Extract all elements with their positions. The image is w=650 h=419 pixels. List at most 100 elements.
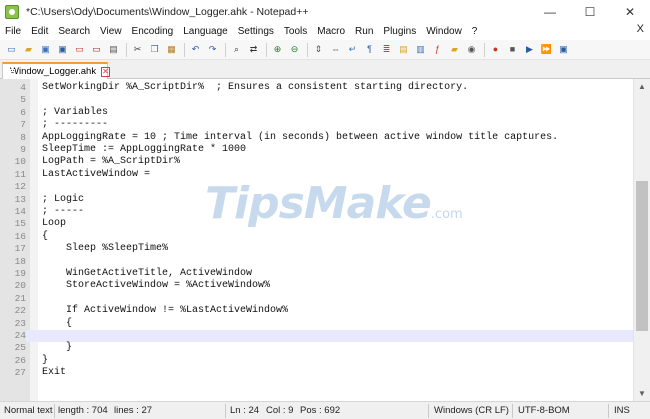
open-file-icon[interactable]: ▰: [21, 42, 36, 57]
line-number: 6: [20, 106, 26, 118]
code-text: SleepTime := AppLoggingRate * 1000: [42, 144, 247, 155]
undo-icon[interactable]: ↶: [188, 42, 203, 57]
status-bar: Normal text length : 704 lines : 27 Ln :…: [0, 401, 650, 419]
code-line[interactable]: 13 ; Logic: [0, 194, 633, 206]
close-all-icon[interactable]: ▭: [89, 42, 104, 57]
menu-macro[interactable]: Macro: [312, 26, 350, 37]
code-line[interactable]: 15 Loop: [0, 218, 633, 230]
folder-as-workspace-icon[interactable]: ▰: [447, 42, 462, 57]
close-file-icon[interactable]: ▭: [72, 42, 87, 57]
maximize-button[interactable]: ☐: [570, 0, 610, 23]
menu-window[interactable]: Window: [421, 26, 467, 37]
code-line[interactable]: 22 If ActiveWindow != %LastActiveWindow%: [0, 305, 633, 317]
status-encoding[interactable]: UTF-8-BOM: [518, 402, 570, 419]
menu-encoding[interactable]: Encoding: [127, 26, 179, 37]
menu-edit[interactable]: Edit: [26, 26, 53, 37]
redo-icon[interactable]: ↷: [205, 42, 220, 57]
scrollbar-thumb[interactable]: [636, 181, 648, 331]
menu-search[interactable]: Search: [53, 26, 95, 37]
code-line[interactable]: 7 ; ---------: [0, 119, 633, 131]
code-line[interactable]: 24: [0, 330, 633, 343]
sync-horizontal-icon[interactable]: ⇔: [328, 42, 343, 57]
menu-settings[interactable]: Settings: [233, 26, 279, 37]
code-line[interactable]: 4 SetWorkingDir %A_ScriptDir% ; Ensures a…: [0, 82, 633, 94]
paste-icon[interactable]: ▦: [164, 42, 179, 57]
menu-help[interactable]: ?: [467, 26, 483, 37]
scroll-up-icon[interactable]: ▲: [638, 82, 646, 91]
monitoring-icon[interactable]: ◉: [464, 42, 479, 57]
indent-guide-icon[interactable]: ≣: [379, 42, 394, 57]
notepadpp-app-icon[interactable]: [5, 4, 19, 19]
code-line[interactable]: 21: [0, 293, 633, 305]
code-line[interactable]: 14 ; -----: [0, 206, 633, 218]
code-line[interactable]: 20 StoreActiveWindow = %ActiveWindow%: [0, 280, 633, 292]
playback-macro-icon[interactable]: ▶: [522, 42, 537, 57]
code-line[interactable]: 6 ; Variables: [0, 107, 633, 119]
code-text: }: [42, 342, 73, 354]
record-macro-icon[interactable]: ●: [488, 42, 503, 57]
status-line: Ln : 24: [230, 405, 260, 416]
code-text: ; Logic: [42, 193, 85, 205]
minimize-button[interactable]: —: [530, 0, 570, 23]
zoom-out-icon[interactable]: ⊖: [287, 42, 302, 57]
status-insert-mode[interactable]: INS: [614, 402, 630, 419]
stop-recording-icon[interactable]: ■: [505, 42, 520, 57]
scroll-down-icon[interactable]: ▼: [638, 389, 646, 398]
replace-icon[interactable]: ⇄: [246, 42, 261, 57]
save-all-icon[interactable]: ▣: [55, 42, 70, 57]
code-line[interactable]: 26}: [0, 355, 633, 367]
status-eol[interactable]: Windows (CR LF): [434, 402, 509, 419]
menu-run[interactable]: Run: [350, 26, 378, 37]
code-line[interactable]: 10 LogPath = %A_ScriptDir%: [0, 156, 633, 168]
code-line[interactable]: 12: [0, 181, 633, 193]
tab-close-icon[interactable]: ✕: [101, 66, 110, 77]
function-list-icon[interactable]: ƒ: [430, 42, 445, 57]
code-line[interactable]: 5: [0, 94, 633, 106]
code-line[interactable]: 19 WinGetActiveTitle, ActiveWindow: [0, 268, 633, 280]
word-wrap-icon[interactable]: ↵: [345, 42, 360, 57]
code-line[interactable]: 18: [0, 256, 633, 268]
code-line[interactable]: 17 Sleep %SleepTime%: [0, 243, 633, 255]
code-text: SetWorkingDir %A_ScriptDir% ; Ensures a …: [42, 82, 469, 93]
editor[interactable]: 4 SetWorkingDir %A_ScriptDir% ; Ensures a…: [0, 79, 633, 401]
vertical-scrollbar[interactable]: ▲ ▼: [633, 79, 650, 401]
cut-icon[interactable]: ✂: [130, 42, 145, 57]
code-text: ; Variables: [42, 106, 109, 118]
menu-file[interactable]: File: [0, 26, 26, 37]
menu-tools[interactable]: Tools: [279, 26, 312, 37]
line-number: 24: [0, 330, 26, 343]
document-map-icon[interactable]: ▥: [413, 42, 428, 57]
sync-vertical-icon[interactable]: ⇕: [311, 42, 326, 57]
code-line[interactable]: 11 LastActiveWindow =: [0, 169, 633, 181]
line-number: 8: [20, 131, 26, 143]
copy-icon[interactable]: ❐: [147, 42, 162, 57]
code-line[interactable]: 16 {: [0, 231, 633, 243]
close-document-button[interactable]: X: [637, 23, 644, 35]
line-number: 12: [14, 181, 26, 193]
menu-plugins[interactable]: Plugins: [378, 26, 421, 37]
save-icon[interactable]: ▣: [38, 42, 53, 57]
code-text: Loop: [42, 218, 67, 230]
code-line[interactable]: 27 Exit: [0, 367, 633, 379]
run-macro-multiple-icon[interactable]: ⏩: [539, 42, 554, 57]
line-number: 9: [20, 144, 26, 155]
status-lines: lines : 27: [114, 405, 153, 416]
code-line[interactable]: 25 }: [0, 342, 633, 354]
new-file-icon[interactable]: ▭: [4, 42, 19, 57]
code-line[interactable]: 9 SleepTime := AppLoggingRate * 1000: [0, 144, 633, 156]
find-icon[interactable]: ⌕: [229, 42, 244, 57]
menu-view[interactable]: View: [95, 26, 127, 37]
code-line[interactable]: 23 {: [0, 318, 633, 330]
close-button[interactable]: ✕: [610, 0, 650, 23]
tab-window-logger[interactable]: Window_Logger.ahk ✕: [2, 62, 110, 79]
menu-language[interactable]: Language: [178, 26, 233, 37]
code-line[interactable]: 8 AppLoggingRate = 10 ; Time interval (in…: [0, 132, 633, 144]
line-number: 4: [20, 82, 26, 93]
save-macro-icon[interactable]: ▣: [556, 42, 571, 57]
code-text: If ActiveWindow != %LastActiveWindow%: [42, 305, 289, 317]
code-text: Exit: [42, 367, 67, 379]
print-icon[interactable]: ▤: [106, 42, 121, 57]
show-all-chars-icon[interactable]: ¶: [362, 42, 377, 57]
user-defined-language-icon[interactable]: ▤: [396, 42, 411, 57]
zoom-in-icon[interactable]: ⊕: [270, 42, 285, 57]
